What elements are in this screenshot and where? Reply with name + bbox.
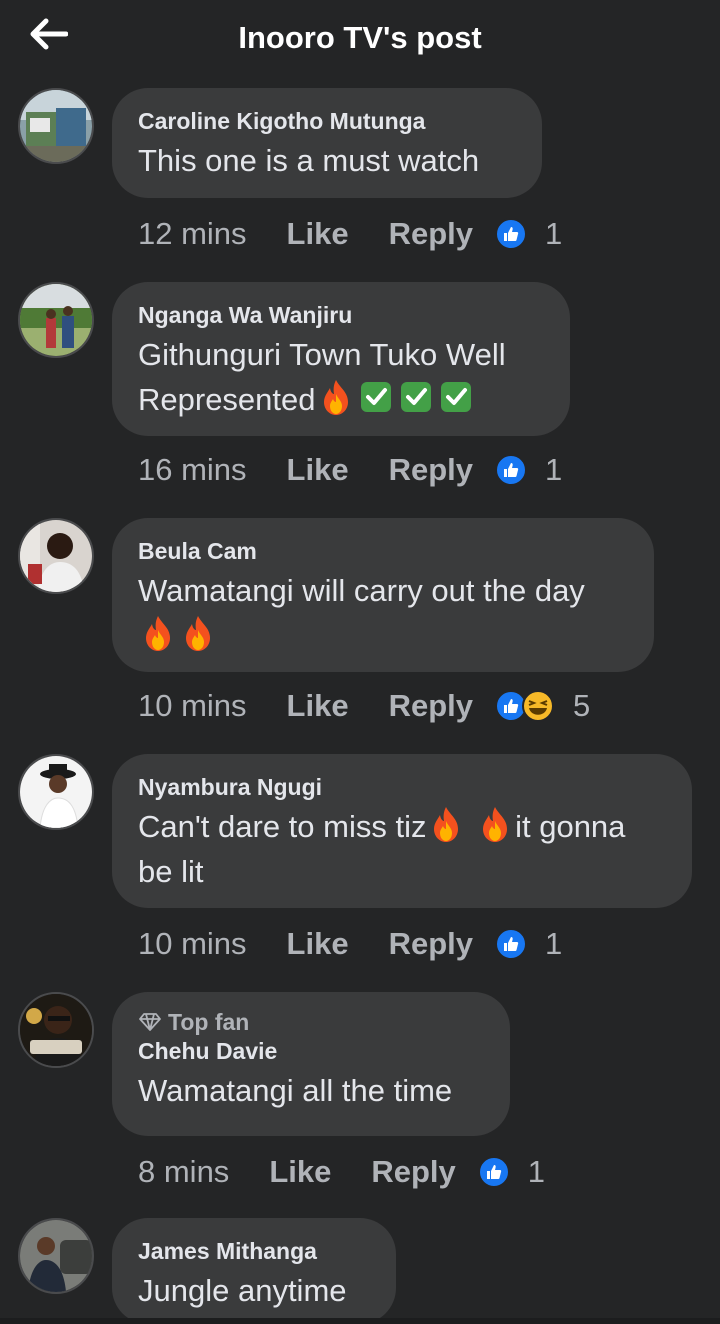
- avatar[interactable]: [18, 518, 94, 594]
- comment-author[interactable]: James Mithanga: [138, 1236, 370, 1266]
- reaction-count: 1: [545, 926, 563, 961]
- check-mark-icon: [358, 378, 394, 416]
- comment-text-line2: Represented: [138, 382, 316, 417]
- reactions[interactable]: 1: [495, 452, 562, 488]
- thumbs-up-icon: [477, 1156, 510, 1188]
- comment-actions: 10 mins Like Reply 5: [138, 686, 590, 726]
- reply-button[interactable]: Reply: [389, 216, 473, 252]
- comment-actions: 10 mins Like Reply 1: [138, 924, 562, 964]
- comment-text-line1: Githunguri Town Tuko Well: [138, 337, 506, 372]
- comment-bubble[interactable]: Nganga Wa Wanjiru Githunguri Town Tuko W…: [112, 282, 570, 436]
- fire-icon: [428, 805, 464, 843]
- app-header: Inooro TV's post: [0, 0, 720, 78]
- comment-bubble[interactable]: Top fan Chehu Davie Wamatangi all the ti…: [112, 992, 510, 1136]
- comment-text-line2: be lit: [138, 854, 204, 889]
- like-button[interactable]: Like: [287, 688, 349, 724]
- comment-text: This one is a must watch: [138, 143, 480, 178]
- avatar[interactable]: [18, 1218, 94, 1294]
- comment-author[interactable]: Caroline Kigotho Mutunga: [138, 106, 516, 136]
- comment-text: Jungle anytime: [138, 1273, 347, 1308]
- comment-actions: 12 mins Like Reply 1: [138, 214, 562, 254]
- comment-text: Wamatangi will carry out the day: [138, 568, 628, 658]
- comment-text-line1: Wamatangi will carry out the day: [138, 573, 585, 608]
- reply-button[interactable]: Reply: [371, 1154, 455, 1190]
- comment-time: 10 mins: [138, 926, 247, 961]
- comment-time: 8 mins: [138, 1154, 230, 1189]
- fire-icon: [318, 378, 354, 416]
- comment-time: 10 mins: [138, 688, 247, 723]
- avatar[interactable]: [18, 992, 94, 1068]
- top-fan-label: Top fan: [168, 1009, 250, 1035]
- reactions[interactable]: 5: [495, 688, 590, 724]
- comment-author[interactable]: Nganga Wa Wanjiru: [138, 300, 544, 330]
- reaction-count: 1: [545, 216, 563, 251]
- avatar[interactable]: [18, 88, 94, 164]
- comment-actions: 16 mins Like Reply 1: [138, 450, 562, 490]
- thumbs-up-icon: [495, 454, 527, 486]
- avatar[interactable]: [18, 282, 94, 358]
- comment-bubble[interactable]: James Mithanga Jungle anytime: [112, 1218, 396, 1324]
- thumbs-up-icon: [495, 218, 527, 250]
- reactions[interactable]: 1: [477, 1154, 546, 1190]
- comment-actions: 8 mins Like Reply 1: [138, 1152, 545, 1192]
- like-button[interactable]: Like: [287, 926, 349, 962]
- reply-button[interactable]: Reply: [389, 452, 473, 488]
- comment-time: 16 mins: [138, 452, 247, 487]
- comment-bubble[interactable]: Caroline Kigotho Mutunga This one is a m…: [112, 88, 542, 198]
- like-button[interactable]: Like: [287, 216, 349, 252]
- comment-text: Githunguri Town Tuko Well Represented: [138, 332, 544, 422]
- avatar[interactable]: [18, 754, 94, 830]
- comment-text-part1: Can't dare to miss tiz: [138, 809, 427, 844]
- like-button[interactable]: Like: [269, 1154, 331, 1190]
- divider: [0, 1318, 720, 1324]
- fire-icon: [180, 614, 216, 652]
- reaction-count: 5: [573, 688, 591, 723]
- comment-time: 12 mins: [138, 216, 247, 251]
- comment-text: Wamatangi all the time: [138, 1073, 453, 1108]
- like-button[interactable]: Like: [287, 452, 349, 488]
- top-fan-badge: Top fan: [138, 1008, 484, 1036]
- check-mark-icon: [398, 378, 434, 416]
- reaction-count: 1: [527, 1154, 546, 1189]
- haha-laugh-icon: [521, 689, 555, 723]
- comment-author[interactable]: Nyambura Ngugi: [138, 772, 666, 802]
- diamond-icon: [139, 1013, 161, 1031]
- fire-icon: [140, 614, 176, 652]
- comment-author[interactable]: Beula Cam: [138, 536, 628, 566]
- comment-bubble[interactable]: Beula Cam Wamatangi will carry out the d…: [112, 518, 654, 672]
- comment-text: Can't dare to miss tiz it gonna be lit: [138, 804, 666, 894]
- fire-icon: [477, 805, 513, 843]
- thumbs-up-icon: [495, 928, 527, 960]
- page-title: Inooro TV's post: [238, 20, 482, 55]
- reactions[interactable]: 1: [495, 216, 562, 252]
- reaction-count: 1: [545, 452, 563, 487]
- comment-author[interactable]: Chehu Davie: [138, 1036, 484, 1066]
- reply-button[interactable]: Reply: [389, 688, 473, 724]
- comment-bubble[interactable]: Nyambura Ngugi Can't dare to miss tiz it…: [112, 754, 692, 908]
- comment-text-part2: it gonna: [515, 809, 626, 844]
- reply-button[interactable]: Reply: [389, 926, 473, 962]
- reactions[interactable]: 1: [495, 926, 562, 962]
- check-mark-icon: [438, 378, 474, 416]
